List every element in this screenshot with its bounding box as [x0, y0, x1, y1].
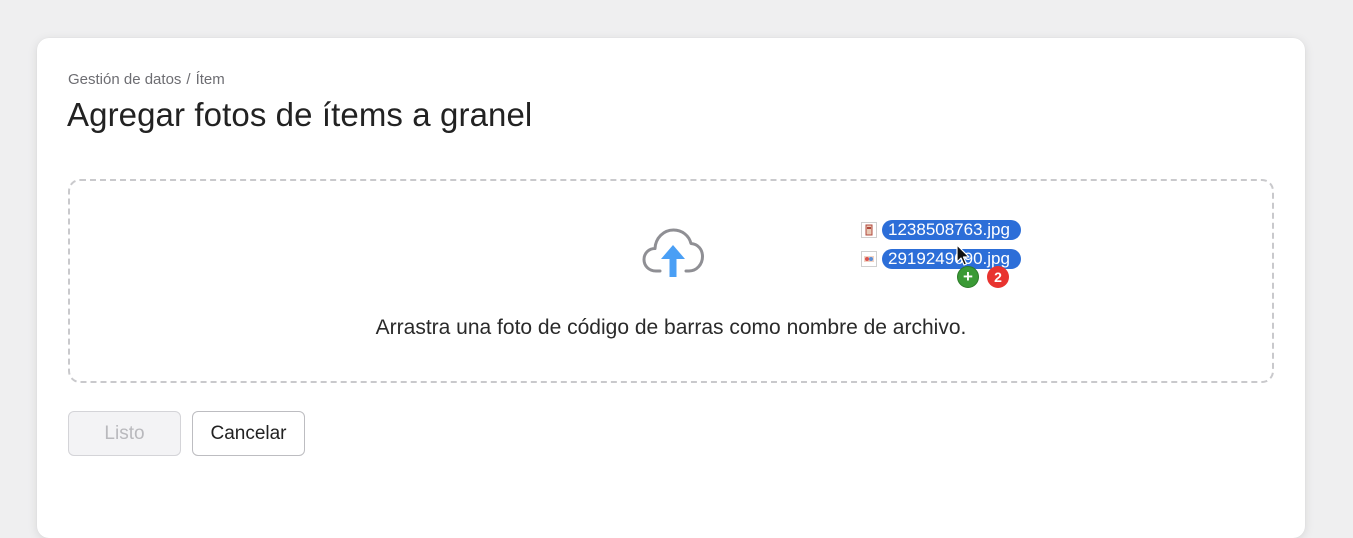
dropzone-instruction: Arrastra una foto de código de barras co… — [375, 316, 967, 339]
breadcrumb: Gestión de datos / Ítem — [68, 71, 225, 88]
dragged-file-name: 1238508763.jpg — [882, 220, 1021, 240]
dragged-file: 1238508763.jpg — [861, 220, 1021, 240]
bulk-upload-card: Gestión de datos / Ítem Agregar fotos de í… — [37, 38, 1305, 538]
breadcrumb-parent[interactable]: Gestión de datos — [68, 71, 181, 88]
image-thumbnail-icon — [861, 222, 877, 238]
breadcrumb-separator: / — [186, 71, 191, 88]
done-button[interactable]: Listo — [68, 411, 181, 456]
mouse-pointer-icon — [956, 244, 970, 266]
drag-count-badge: 2 — [987, 266, 1009, 288]
cloud-upload-icon — [642, 228, 704, 277]
cancel-button[interactable]: Cancelar — [192, 411, 305, 456]
page-title: Agregar fotos de ítems a granel — [67, 96, 533, 133]
breadcrumb-current: Ítem — [195, 71, 225, 88]
photo-dropzone[interactable]: Arrastra una foto de código de barras co… — [68, 179, 1274, 383]
copy-plus-icon: + — [957, 266, 979, 288]
image-thumbnail-icon — [861, 251, 877, 267]
